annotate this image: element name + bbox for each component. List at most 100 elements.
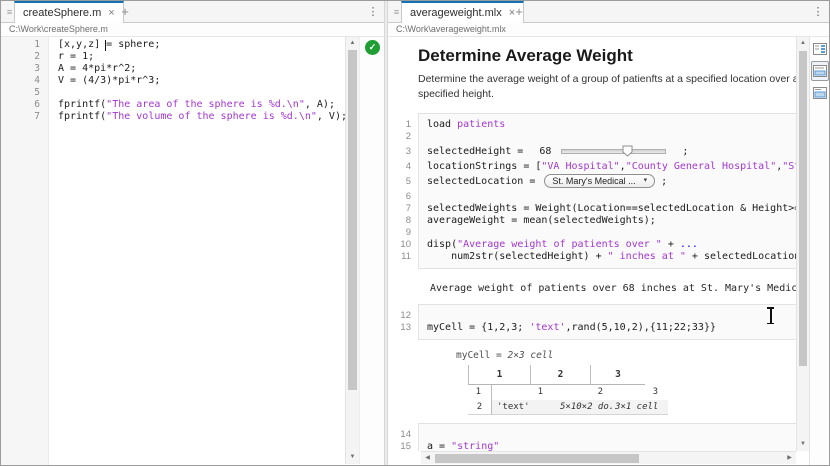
code-line[interactable]: disp("Average weight of patients over " …	[427, 239, 796, 251]
left-code-editor[interactable]: 1 2 3 4 5 6 7 [x,y,z] = sphere; r = 1; A…	[1, 37, 345, 465]
editor-pane-left: ≡ createSphere.m × + ⋮ C:\Work\createSph…	[1, 1, 384, 465]
line-number[interactable]: 3	[1, 63, 48, 75]
code-line[interactable]	[427, 191, 796, 203]
hide-code-icon[interactable]	[811, 83, 829, 103]
scroll-right-icon[interactable]: ▶	[784, 452, 795, 464]
code-line[interactable]	[427, 227, 796, 239]
code-text: disp(	[427, 239, 457, 250]
new-tab-button[interactable]: +	[510, 4, 528, 20]
code-line[interactable]: r = 1;	[58, 51, 345, 63]
code-text: load	[427, 119, 457, 130]
line-number[interactable]: 7	[1, 111, 48, 123]
code-line[interactable]: selectedWeights = Weight(Location==selec…	[427, 203, 796, 215]
line-number[interactable]: 6	[1, 99, 48, 111]
row-number: 2	[468, 400, 492, 415]
code-line[interactable]	[427, 429, 796, 441]
line-number[interactable]: 7	[388, 203, 418, 215]
line-number[interactable]: 14	[388, 429, 418, 441]
line-number[interactable]: 1	[1, 39, 48, 51]
scrollbar-thumb[interactable]	[435, 454, 639, 463]
tab-averageweight[interactable]: averageweight.mlx ×	[401, 1, 524, 23]
code-line[interactable]	[427, 310, 796, 322]
line-number[interactable]: 8	[388, 215, 418, 227]
slider-thumb[interactable]	[622, 145, 633, 164]
line-number-gutter[interactable]: 1 2 3 4 5 6 7 8 9 10 11	[388, 113, 418, 269]
table-row: 1 1 2 3	[468, 385, 796, 400]
line-number[interactable]: 10	[388, 239, 418, 251]
scroll-left-icon[interactable]: ◀	[422, 452, 433, 464]
chevron-down-icon: ▾	[644, 172, 648, 190]
output-inline-icon[interactable]	[811, 61, 829, 81]
left-tab-bar: ≡ createSphere.m × + ⋮	[1, 1, 384, 23]
code-line-dropdown[interactable]: selectedLocation = St. Mary's Medical ..…	[427, 173, 796, 191]
line-number[interactable]: 2	[388, 131, 418, 143]
line-number[interactable]: 9	[388, 227, 418, 239]
line-number[interactable]: 6	[388, 191, 418, 203]
cell-output-header: myCell = 2×3 cell	[456, 350, 796, 361]
code-line[interactable]: load patients	[427, 119, 796, 131]
scroll-up-icon[interactable]: ▲	[346, 38, 359, 49]
tab-createsphere[interactable]: createSphere.m ×	[14, 1, 124, 23]
height-value-field[interactable]: 68	[539, 143, 551, 161]
table-header-row: 1 2 3	[468, 365, 796, 385]
code-line[interactable]: a = "string"	[427, 441, 796, 451]
code-line[interactable]: A = 4*pi*r^2;	[58, 63, 345, 75]
line-number[interactable]: 2	[1, 51, 48, 63]
line-number[interactable]: 15	[388, 441, 418, 451]
code-line[interactable]	[427, 131, 796, 143]
line-number[interactable]: 11	[388, 251, 418, 263]
line-number[interactable]: 13	[388, 322, 418, 334]
code-line[interactable]: V = (4/3)*pi*r^3;	[58, 75, 345, 87]
new-tab-button[interactable]: +	[116, 4, 134, 20]
code-block[interactable]: myCell = {1,2,3; 'text',rand(5,10,2),{11…	[418, 304, 796, 340]
scroll-up-icon[interactable]: ▲	[797, 38, 809, 49]
left-code-area[interactable]: [x,y,z] = sphere; r = 1; A = 4*pi*r^2; V…	[49, 37, 345, 465]
tab-overflow-menu-icon[interactable]: ⋮	[366, 4, 380, 20]
right-tab-bar: ≡ averageweight.mlx × + ⋮	[388, 1, 829, 23]
scrollbar-thumb[interactable]	[799, 51, 807, 366]
location-dropdown[interactable]: St. Mary's Medical ...▾	[544, 174, 655, 188]
left-line-number-gutter[interactable]: 1 2 3 4 5 6 7	[1, 37, 49, 465]
scrollbar-thumb[interactable]	[348, 50, 357, 390]
live-script-description[interactable]: Determine the average weight of a group …	[418, 72, 796, 102]
line-number-gutter[interactable]: 12 13	[388, 304, 418, 340]
code-line-slider[interactable]: selectedHeight = 68;	[427, 143, 796, 161]
code-line[interactable]: [x,y,z] = sphere;	[58, 39, 345, 51]
line-number[interactable]: 12	[388, 310, 418, 322]
line-number-gutter[interactable]: 14 15	[388, 423, 418, 451]
matlab-editor-window: ≡ createSphere.m × + ⋮ C:\Work\createSph…	[0, 0, 830, 466]
right-horizontal-scrollbar[interactable]: ◀ ▶	[421, 451, 796, 464]
code-line[interactable]: myCell = {1,2,3; 'text',rand(5,10,2),{11…	[427, 322, 796, 334]
code-block[interactable]: load patients selectedHeight = 68; locat…	[418, 113, 796, 269]
code-text: A = 4*pi*r^2;	[58, 63, 136, 74]
line-number[interactable]: 1	[388, 119, 418, 131]
tab-overflow-menu-icon[interactable]: ⋮	[811, 4, 825, 20]
left-vertical-scrollbar[interactable]: ▲ ▼	[345, 37, 359, 464]
code-text: ,rand(5,10,2),{11;22;33}}	[565, 322, 716, 333]
height-slider[interactable]	[561, 145, 666, 158]
variable-name: myCell =	[456, 350, 507, 361]
line-number[interactable]: 5	[1, 87, 48, 99]
code-analyzer-check-icon[interactable]: ✓	[365, 40, 380, 55]
table-row: 2 'text' 5×10×2 do... 3×1 cell	[468, 400, 796, 415]
code-text: locationStrings = [	[427, 161, 541, 172]
code-block[interactable]: a = "string"	[418, 423, 796, 451]
code-line[interactable]	[58, 87, 345, 99]
cell-array-table: 1 2 3 1 1 2 3 2 'text' 5×10×2 do... 3×1 …	[468, 365, 796, 415]
output-on-right-icon[interactable]	[811, 39, 829, 59]
text-caret	[105, 40, 106, 51]
code-line[interactable]: averageWeight = mean(selectedWeights);	[427, 215, 796, 227]
line-number[interactable]: 5	[388, 173, 418, 191]
slider-track[interactable]	[561, 149, 666, 154]
close-icon[interactable]: ×	[108, 8, 114, 19]
live-script-title[interactable]: Determine Average Weight	[418, 46, 796, 66]
scroll-down-icon[interactable]: ▼	[346, 452, 359, 463]
code-line[interactable]: fprintf("The area of the sphere is %d.\n…	[58, 99, 345, 111]
line-number[interactable]: 4	[1, 75, 48, 87]
right-vertical-scrollbar[interactable]: ▲ ▼	[796, 37, 809, 451]
line-number[interactable]: 4	[388, 161, 418, 173]
code-line[interactable]: fprintf("The volume of the sphere is %d.…	[58, 111, 345, 123]
line-number[interactable]: 3	[388, 143, 418, 161]
code-line[interactable]: num2str(selectedHeight) + " inches at " …	[427, 251, 796, 263]
scroll-down-icon[interactable]: ▼	[797, 439, 809, 450]
